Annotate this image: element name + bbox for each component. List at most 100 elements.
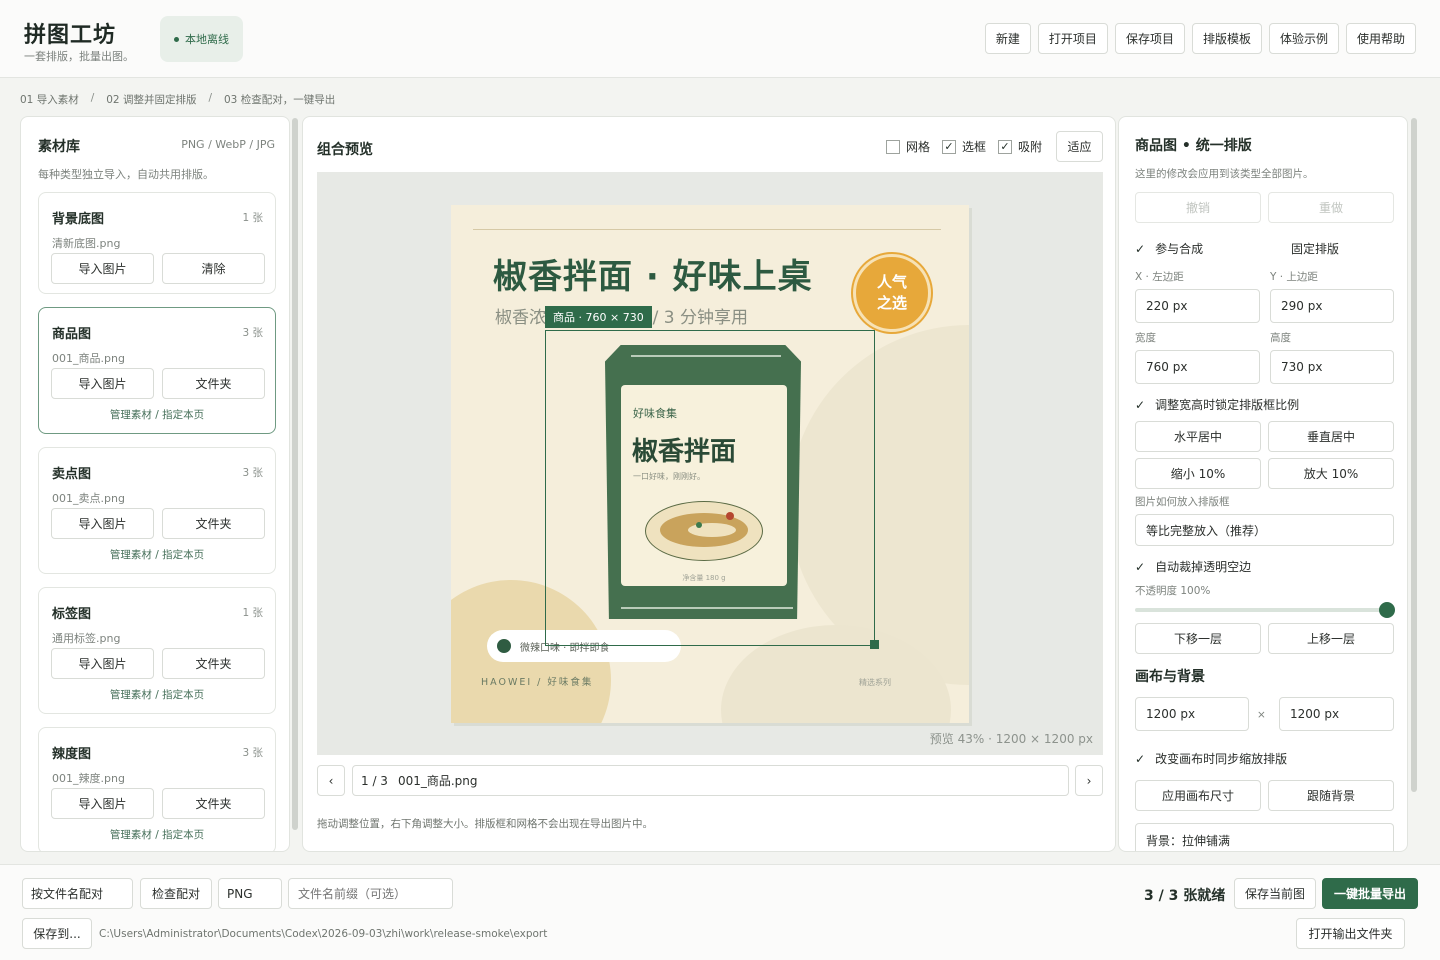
height-input[interactable]: 730 px (1270, 350, 1394, 384)
grid-label: 网格 (905, 140, 930, 154)
selection-box-label: 选框 (961, 140, 986, 154)
layout-template-button[interactable]: 排版模板 (1191, 23, 1262, 54)
properties-title: 商品图 • 统一排版 (1135, 138, 1252, 154)
page-counter: 1 / 3 (361, 773, 388, 788)
auto-crop-label: 自动裁掉透明空边 (1155, 560, 1252, 574)
asset-name: 辣度图 (52, 747, 92, 762)
composite-preview-panel: 组合预览 网格 ✓ 选框 ✓ 吸附 适应 椒香拌面 · 好味上桌 椒香浓郁 · … (302, 116, 1116, 852)
shrink-button[interactable]: 缩小 10% (1135, 458, 1261, 489)
check-pairing-button[interactable]: 检查配对 (140, 878, 212, 909)
move-down-layer-button[interactable]: 下移一层 (1135, 623, 1261, 654)
save-current-button[interactable]: 保存当前图 (1234, 878, 1316, 909)
apply-canvas-size-button[interactable]: 应用画布尺寸 (1135, 780, 1261, 811)
poster-series: 精选系列 (859, 678, 891, 687)
match-mode-select[interactable]: 按文件名配对 (22, 878, 133, 909)
open-output-folder-button[interactable]: 打开输出文件夹 (1296, 918, 1405, 949)
center-vertical-button[interactable]: 垂直居中 (1268, 421, 1394, 452)
check-icon: ✓ (1135, 559, 1146, 574)
fit-mode-select[interactable]: 等比完整放入（推荐） (1135, 514, 1394, 546)
asset-name: 标签图 (52, 607, 92, 622)
undo-button[interactable]: 撤销 (1135, 192, 1261, 223)
new-project-button[interactable]: 新建 (984, 23, 1031, 54)
asset-card-background[interactable]: 背景底图 1 张 清新底图.png 导入图片 清除 (38, 192, 276, 294)
asset-card-spiciness[interactable]: 辣度图 3 张 001_辣度.png 导入图片 文件夹 管理素材 / 指定本页 (38, 727, 276, 851)
prev-page-button[interactable]: ‹ (317, 765, 345, 796)
asset-card-label[interactable]: 标签图 1 张 通用标签.png 导入图片 文件夹 管理素材 / 指定本页 (38, 587, 276, 714)
page-selector[interactable]: 1 / 3 001_商品.png (352, 765, 1069, 796)
folder-button[interactable]: 文件夹 (162, 648, 265, 679)
folder-button[interactable]: 文件夹 (162, 368, 265, 399)
folder-button[interactable]: 文件夹 (162, 788, 265, 819)
opacity-slider-handle[interactable] (1379, 602, 1395, 618)
preview-zoom-info: 预览 43% · 1200 × 1200 px (929, 732, 1093, 746)
folder-button[interactable]: 文件夹 (162, 508, 265, 539)
snap-checkbox[interactable]: ✓ (997, 139, 1012, 154)
opacity-slider-track[interactable] (1135, 608, 1387, 612)
import-image-button[interactable]: 导入图片 (51, 788, 154, 819)
preview-canvas[interactable]: 椒香拌面 · 好味上桌 椒香浓郁 · 清爽劲道 / 3 分钟享用 人气 之选 好… (317, 172, 1103, 755)
fit-view-button[interactable]: 适应 (1056, 131, 1103, 162)
canvas-height-input[interactable]: 1200 px (1279, 697, 1394, 731)
open-project-button[interactable]: 打开项目 (1037, 23, 1108, 54)
filename-prefix-input[interactable] (288, 878, 453, 909)
enlarge-button[interactable]: 放大 10% (1268, 458, 1394, 489)
auto-crop-checkbox[interactable]: ✓ 自动裁掉透明空边 (1135, 558, 1251, 575)
asset-count: 3 张 (242, 747, 263, 759)
y-label: Y · 上边距 (1270, 271, 1318, 283)
asset-file: 清新底图.png (52, 237, 121, 250)
grid-checkbox[interactable] (885, 139, 900, 154)
center-horizontal-button[interactable]: 水平居中 (1135, 421, 1261, 452)
import-image-button[interactable]: 导入图片 (51, 648, 154, 679)
asset-name: 商品图 (52, 327, 92, 342)
properties-scrollbar[interactable] (1411, 118, 1417, 792)
manage-assets-link[interactable]: 管理素材 / 指定本页 (39, 827, 275, 842)
breadcrumb-step-1: 01 导入素材 (20, 94, 79, 106)
ready-count: 3 / 3 张就绪 (1144, 888, 1226, 904)
background-mode-select[interactable]: 背景：拉伸铺满 (1135, 823, 1394, 851)
sync-scale-label: 改变画布时同步缩放排版 (1155, 752, 1288, 766)
lock-ratio-checkbox[interactable]: ✓ 调整宽高时锁定排版框比例 (1135, 396, 1299, 413)
try-example-button[interactable]: 体验示例 (1268, 23, 1339, 54)
width-input[interactable]: 760 px (1135, 350, 1260, 384)
include-checkbox[interactable]: ✓ 参与合成 (1135, 240, 1203, 257)
x-input[interactable]: 220 px (1135, 289, 1260, 323)
clear-button[interactable]: 清除 (162, 253, 265, 284)
fixed-layout-toggle[interactable]: 固定排版 (1291, 240, 1339, 257)
import-image-button[interactable]: 导入图片 (51, 368, 154, 399)
library-scrollbar[interactable] (292, 118, 298, 830)
asset-file: 001_卖点.png (52, 492, 125, 505)
move-up-layer-button[interactable]: 上移一层 (1268, 623, 1394, 654)
resize-handle[interactable] (870, 640, 879, 649)
asset-file: 通用标签.png (52, 632, 121, 645)
badge-line-1: 人气 (876, 273, 907, 291)
export-footer: 按文件名配对 检查配对 PNG 保存到... C:\Users\Administ… (0, 864, 1440, 960)
follow-background-button[interactable]: 跟随背景 (1268, 780, 1394, 811)
next-page-button[interactable]: › (1075, 765, 1103, 796)
check-icon: ✓ (1135, 751, 1146, 766)
properties-description: 这里的修改会应用到该类型全部图片。 (1135, 168, 1314, 180)
canvas-width-input[interactable]: 1200 px (1135, 697, 1249, 731)
manage-assets-link[interactable]: 管理素材 / 指定本页 (39, 687, 275, 702)
layout-selection-box[interactable] (545, 330, 875, 646)
import-image-button[interactable]: 导入图片 (51, 253, 154, 284)
format-select[interactable]: PNG (218, 878, 282, 909)
asset-card-selling-point[interactable]: 卖点图 3 张 001_卖点.png 导入图片 文件夹 管理素材 / 指定本页 (38, 447, 276, 574)
help-button[interactable]: 使用帮助 (1345, 23, 1416, 54)
manage-assets-link[interactable]: 管理素材 / 指定本页 (39, 407, 275, 422)
asset-count: 3 张 (242, 467, 263, 479)
manage-assets-link[interactable]: 管理素材 / 指定本页 (39, 547, 275, 562)
asset-name: 卖点图 (52, 467, 92, 482)
poster-divider (473, 229, 941, 230)
sync-scale-checkbox[interactable]: ✓ 改变画布时同步缩放排版 (1135, 750, 1287, 767)
batch-export-button[interactable]: 一键批量导出 (1322, 878, 1418, 909)
asset-count: 1 张 (242, 607, 263, 619)
redo-button[interactable]: 重做 (1268, 192, 1394, 223)
asset-card-product[interactable]: 商品图 3 张 001_商品.png 导入图片 文件夹 管理素材 / 指定本页 (38, 307, 276, 434)
y-input[interactable]: 290 px (1270, 289, 1394, 323)
save-to-button[interactable]: 保存到... (22, 918, 92, 949)
breadcrumb-separator: / (208, 92, 212, 104)
import-image-button[interactable]: 导入图片 (51, 508, 154, 539)
x-label: X · 左边距 (1135, 271, 1184, 283)
save-project-button[interactable]: 保存项目 (1114, 23, 1185, 54)
selection-box-checkbox[interactable]: ✓ (941, 139, 956, 154)
